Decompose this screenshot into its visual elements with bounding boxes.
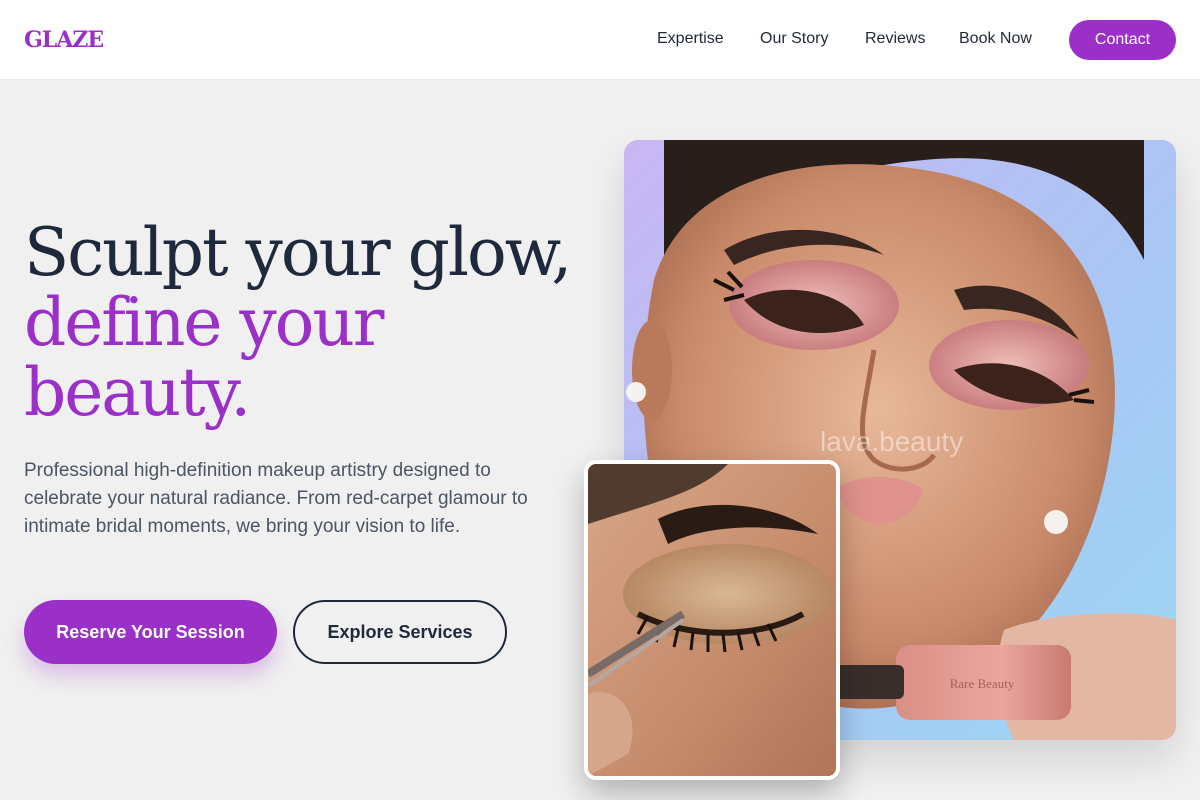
nav-reviews[interactable]: Reviews: [865, 30, 925, 48]
hero-title: Sculpt your glow, define your beauty.: [24, 218, 604, 428]
main-image-watermark: lava.beauty: [820, 426, 964, 457]
reserve-session-button[interactable]: Reserve Your Session: [24, 600, 277, 664]
inset-eyelash-image: [584, 460, 840, 780]
eyelash-application-icon: [588, 464, 836, 776]
product-label: Rare Beauty: [950, 676, 1015, 691]
hero-title-accent-line2: define your: [24, 284, 384, 361]
nav-book-now[interactable]: Book Now: [959, 30, 1032, 48]
logo[interactable]: GLAZE: [24, 27, 104, 53]
hero-title-line1: Sculpt your glow,: [24, 214, 572, 291]
hero-title-accent-line3: beauty.: [24, 354, 251, 431]
nav-our-story[interactable]: Our Story: [760, 30, 828, 48]
explore-services-button[interactable]: Explore Services: [293, 600, 507, 664]
nav-expertise[interactable]: Expertise: [657, 30, 724, 48]
site-header: GLAZE Expertise Our Story Reviews Book N…: [0, 0, 1200, 80]
hero-description: Professional high-definition makeup arti…: [24, 460, 528, 537]
contact-button[interactable]: Contact: [1069, 20, 1176, 60]
